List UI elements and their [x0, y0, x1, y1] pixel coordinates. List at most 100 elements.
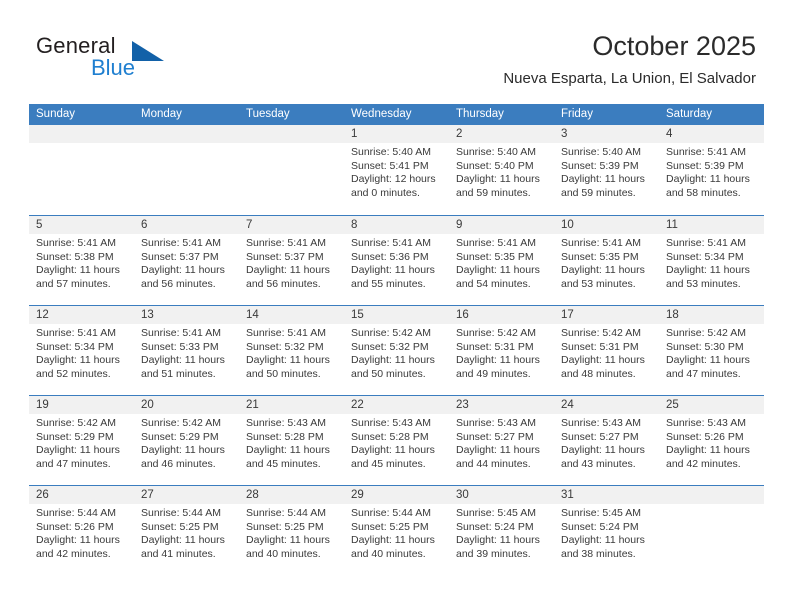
day-details: Sunrise: 5:41 AM Sunset: 5:33 PM Daylight:…: [134, 324, 239, 381]
day-cell-24[interactable]: 24 Sunrise: 5:43 AM Sunset: 5:27 PM Dayligh…: [554, 396, 659, 485]
day-number: 15: [344, 306, 449, 324]
day-cell-10[interactable]: 10 Sunrise: 5:41 AM Sunset: 5:35 PM Dayligh…: [554, 216, 659, 305]
day-cell-2[interactable]: 2 Sunrise: 5:40 AM Sunset: 5:40 PM Daylight…: [449, 125, 554, 215]
day-details: Sunrise: 5:44 AM Sunset: 5:26 PM Daylight:…: [29, 504, 134, 561]
daylight-text-line1: Daylight: 11 hours: [351, 534, 435, 546]
day-cell-5[interactable]: 5 Sunrise: 5:41 AM Sunset: 5:38 PM Daylight…: [29, 216, 134, 305]
day-number: 25: [659, 396, 764, 414]
sunset-text: Sunset: 5:32 PM: [246, 340, 324, 353]
day-details: Sunrise: 5:41 AM Sunset: 5:37 PM Daylight:…: [134, 234, 239, 291]
day-cell-31[interactable]: 31 Sunrise: 5:45 AM Sunset: 5:24 PM Dayligh…: [554, 486, 659, 575]
sunrise-text: Sunrise: 5:41 AM: [456, 237, 536, 249]
day-details: Sunrise: 5:42 AM Sunset: 5:29 PM Daylight:…: [29, 414, 134, 471]
day-cell-8[interactable]: 8 Sunrise: 5:41 AM Sunset: 5:36 PM Daylight…: [344, 216, 449, 305]
day-number: 1: [344, 125, 449, 143]
sunrise-text: Sunrise: 5:41 AM: [36, 327, 116, 339]
sunrise-text: Sunrise: 5:42 AM: [141, 417, 221, 429]
weekday-header-monday: Monday: [141, 108, 182, 120]
day-cell-7[interactable]: 7 Sunrise: 5:41 AM Sunset: 5:37 PM Daylight…: [239, 216, 344, 305]
sunset-text: Sunset: 5:26 PM: [36, 520, 114, 533]
day-number: 14: [239, 306, 344, 324]
day-cell-26[interactable]: 26 Sunrise: 5:44 AM Sunset: 5:26 PM Dayligh…: [29, 486, 134, 575]
day-cell-19[interactable]: 19 Sunrise: 5:42 AM Sunset: 5:29 PM Dayligh…: [29, 396, 134, 485]
daylight-text-line2: and 57 minutes.: [36, 277, 111, 290]
day-cell-28[interactable]: 28 Sunrise: 5:44 AM Sunset: 5:25 PM Dayligh…: [239, 486, 344, 575]
daylight-text-line1: Daylight: 11 hours: [246, 444, 330, 456]
sunset-text: Sunset: 5:24 PM: [561, 520, 639, 533]
daylight-text-line2: and 43 minutes.: [561, 457, 636, 470]
brand-logo[interactable]: General Blue: [36, 33, 226, 85]
sunset-text: Sunset: 5:28 PM: [246, 430, 324, 443]
sunrise-text: Sunrise: 5:41 AM: [666, 146, 746, 158]
day-cell-1[interactable]: 1 Sunrise: 5:40 AM Sunset: 5:41 PM Daylight…: [344, 125, 449, 215]
day-cell-11[interactable]: 11 Sunrise: 5:41 AM Sunset: 5:34 PM Dayligh…: [659, 216, 764, 305]
day-cell-15[interactable]: 15 Sunrise: 5:42 AM Sunset: 5:32 PM Dayligh…: [344, 306, 449, 395]
daylight-text-line2: and 49 minutes.: [456, 367, 531, 380]
calendar-page: General Blue October 2025 Nueva Esparta,…: [0, 0, 792, 612]
calendar-grid: Sunday Monday Tuesday Wednesday Thursday Frid…: [29, 104, 764, 575]
day-cell-27[interactable]: 27 Sunrise: 5:44 AM Sunset: 5:25 PM Dayligh…: [134, 486, 239, 575]
daylight-text-line1: Daylight: 11 hours: [246, 534, 330, 546]
daylight-text-line2: and 48 minutes.: [561, 367, 636, 380]
day-cell-29[interactable]: 29 Sunrise: 5:44 AM Sunset: 5:25 PM Dayligh…: [344, 486, 449, 575]
sunset-text: Sunset: 5:30 PM: [666, 340, 744, 353]
calendar-week-row: 12 Sunrise: 5:41 AM Sunset: 5:34 PM Dayligh…: [29, 305, 764, 395]
day-details: Sunrise: 5:42 AM Sunset: 5:29 PM Daylight:…: [134, 414, 239, 471]
daylight-text-line2: and 47 minutes.: [36, 457, 111, 470]
sunset-text: Sunset: 5:35 PM: [561, 250, 639, 263]
sunrise-text: Sunrise: 5:42 AM: [456, 327, 536, 339]
day-cell-18[interactable]: 18 Sunrise: 5:42 AM Sunset: 5:30 PM Dayligh…: [659, 306, 764, 395]
day-number: 23: [449, 396, 554, 414]
day-number: 5: [29, 216, 134, 234]
day-number: 3: [554, 125, 659, 143]
sunset-text: Sunset: 5:36 PM: [351, 250, 429, 263]
day-details: Sunrise: 5:41 AM Sunset: 5:39 PM Daylight:…: [659, 143, 764, 200]
daylight-text-line1: Daylight: 11 hours: [666, 444, 750, 456]
daylight-text-line1: Daylight: 11 hours: [141, 444, 225, 456]
daylight-text-line1: Daylight: 11 hours: [456, 354, 540, 366]
day-cell-30[interactable]: 30 Sunrise: 5:45 AM Sunset: 5:24 PM Dayligh…: [449, 486, 554, 575]
day-cell-20[interactable]: 20 Sunrise: 5:42 AM Sunset: 5:29 PM Dayligh…: [134, 396, 239, 485]
sunrise-text: Sunrise: 5:44 AM: [351, 507, 431, 519]
day-cell-3[interactable]: 3 Sunrise: 5:40 AM Sunset: 5:39 PM Daylight…: [554, 125, 659, 215]
day-cell-17[interactable]: 17 Sunrise: 5:42 AM Sunset: 5:31 PM Dayligh…: [554, 306, 659, 395]
sunrise-text: Sunrise: 5:43 AM: [561, 417, 641, 429]
day-cell-13[interactable]: 13 Sunrise: 5:41 AM Sunset: 5:33 PM Dayligh…: [134, 306, 239, 395]
sunset-text: Sunset: 5:40 PM: [456, 159, 534, 172]
day-details: Sunrise: 5:44 AM Sunset: 5:25 PM Daylight:…: [239, 504, 344, 561]
day-number: [659, 486, 764, 504]
day-number: [134, 125, 239, 143]
day-cell-23[interactable]: 23 Sunrise: 5:43 AM Sunset: 5:27 PM Dayligh…: [449, 396, 554, 485]
day-number: 16: [449, 306, 554, 324]
day-cell-22[interactable]: 22 Sunrise: 5:43 AM Sunset: 5:28 PM Dayligh…: [344, 396, 449, 485]
day-cell-9[interactable]: 9 Sunrise: 5:41 AM Sunset: 5:35 PM Daylight…: [449, 216, 554, 305]
day-cell-4[interactable]: 4 Sunrise: 5:41 AM Sunset: 5:39 PM Daylight…: [659, 125, 764, 215]
day-number: 22: [344, 396, 449, 414]
day-cell-empty: [134, 125, 239, 215]
day-number: 13: [134, 306, 239, 324]
daylight-text-line1: Daylight: 11 hours: [351, 264, 435, 276]
daylight-text-line2: and 55 minutes.: [351, 277, 426, 290]
day-cell-16[interactable]: 16 Sunrise: 5:42 AM Sunset: 5:31 PM Dayligh…: [449, 306, 554, 395]
sunrise-text: Sunrise: 5:44 AM: [141, 507, 221, 519]
sunset-text: Sunset: 5:25 PM: [141, 520, 219, 533]
day-details: Sunrise: 5:41 AM Sunset: 5:38 PM Daylight:…: [29, 234, 134, 291]
sunrise-text: Sunrise: 5:42 AM: [666, 327, 746, 339]
day-cell-25[interactable]: 25 Sunrise: 5:43 AM Sunset: 5:26 PM Dayligh…: [659, 396, 764, 485]
day-cell-6[interactable]: 6 Sunrise: 5:41 AM Sunset: 5:37 PM Daylight…: [134, 216, 239, 305]
daylight-text-line2: and 42 minutes.: [666, 457, 741, 470]
daylight-text-line1: Daylight: 11 hours: [351, 354, 435, 366]
daylight-text-line1: Daylight: 11 hours: [141, 354, 225, 366]
daylight-text-line1: Daylight: 11 hours: [36, 354, 120, 366]
day-number: 19: [29, 396, 134, 414]
day-cell-14[interactable]: 14 Sunrise: 5:41 AM Sunset: 5:32 PM Dayligh…: [239, 306, 344, 395]
sunrise-text: Sunrise: 5:44 AM: [246, 507, 326, 519]
day-details: Sunrise: 5:44 AM Sunset: 5:25 PM Daylight:…: [134, 504, 239, 561]
daylight-text-line2: and 50 minutes.: [351, 367, 426, 380]
daylight-text-line1: Daylight: 12 hours: [351, 173, 436, 185]
day-cell-12[interactable]: 12 Sunrise: 5:41 AM Sunset: 5:34 PM Dayligh…: [29, 306, 134, 395]
daylight-text-line2: and 59 minutes.: [561, 186, 636, 199]
day-cell-21[interactable]: 21 Sunrise: 5:43 AM Sunset: 5:28 PM Dayligh…: [239, 396, 344, 485]
daylight-text-line1: Daylight: 11 hours: [141, 264, 225, 276]
sunset-text: Sunset: 5:24 PM: [456, 520, 534, 533]
